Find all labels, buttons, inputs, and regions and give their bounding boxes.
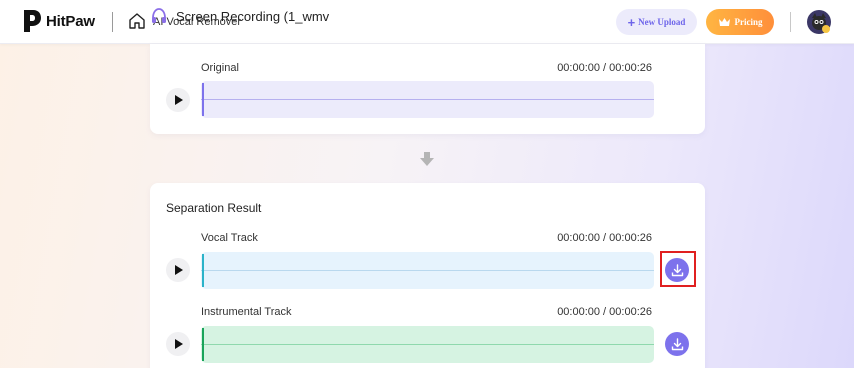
original-time: 00:00:00 / 00:00:26 bbox=[557, 62, 652, 74]
pricing-label: Pricing bbox=[734, 17, 763, 27]
waveform-line bbox=[201, 270, 654, 271]
headphones-icon bbox=[152, 8, 166, 23]
instrumental-track-label: Instrumental Track bbox=[201, 306, 292, 318]
play-icon bbox=[175, 265, 183, 275]
new-upload-button[interactable]: + New Upload bbox=[616, 9, 697, 35]
vocal-track-time: 00:00:00 / 00:00:26 bbox=[557, 232, 652, 244]
separation-result-title: Separation Result bbox=[166, 201, 262, 215]
plus-icon: + bbox=[627, 14, 636, 30]
original-play-button[interactable] bbox=[166, 88, 190, 112]
download-icon bbox=[671, 337, 683, 350]
playhead[interactable] bbox=[202, 328, 204, 361]
home-icon[interactable] bbox=[128, 12, 146, 30]
vocal-download-button[interactable] bbox=[665, 258, 689, 282]
header-divider-right bbox=[790, 12, 791, 32]
instrumental-track-time: 00:00:00 / 00:00:26 bbox=[557, 306, 652, 318]
crown-icon bbox=[718, 18, 730, 26]
instrumental-play-button[interactable] bbox=[166, 332, 190, 356]
vocal-track-label: Vocal Track bbox=[201, 232, 258, 244]
waveform-line bbox=[201, 99, 654, 100]
instrumental-waveform[interactable] bbox=[201, 326, 654, 363]
playhead[interactable] bbox=[202, 83, 204, 116]
new-upload-label: New Upload bbox=[638, 17, 686, 27]
instrumental-download-button[interactable] bbox=[665, 332, 689, 356]
play-icon bbox=[175, 95, 183, 105]
arrow-down-icon bbox=[420, 152, 434, 166]
download-icon bbox=[671, 263, 683, 276]
logo-text: HitPaw bbox=[46, 12, 95, 30]
header-divider bbox=[112, 12, 113, 32]
avatar[interactable] bbox=[807, 10, 831, 34]
playhead[interactable] bbox=[202, 254, 204, 287]
top-header: HitPaw AI Vocal Remover Screen Recording… bbox=[0, 0, 854, 44]
recording-title: Screen Recording (1_wmv bbox=[176, 9, 330, 24]
vocal-play-button[interactable] bbox=[166, 258, 190, 282]
hitpaw-logo[interactable]: HitPaw bbox=[22, 8, 95, 34]
waveform-line bbox=[201, 344, 654, 345]
original-waveform[interactable] bbox=[201, 81, 654, 118]
play-icon bbox=[175, 339, 183, 349]
pricing-button[interactable]: Pricing bbox=[706, 9, 774, 35]
vocal-waveform[interactable] bbox=[201, 252, 654, 289]
original-label: Original bbox=[201, 62, 239, 74]
hitpaw-logo-icon bbox=[24, 10, 41, 32]
